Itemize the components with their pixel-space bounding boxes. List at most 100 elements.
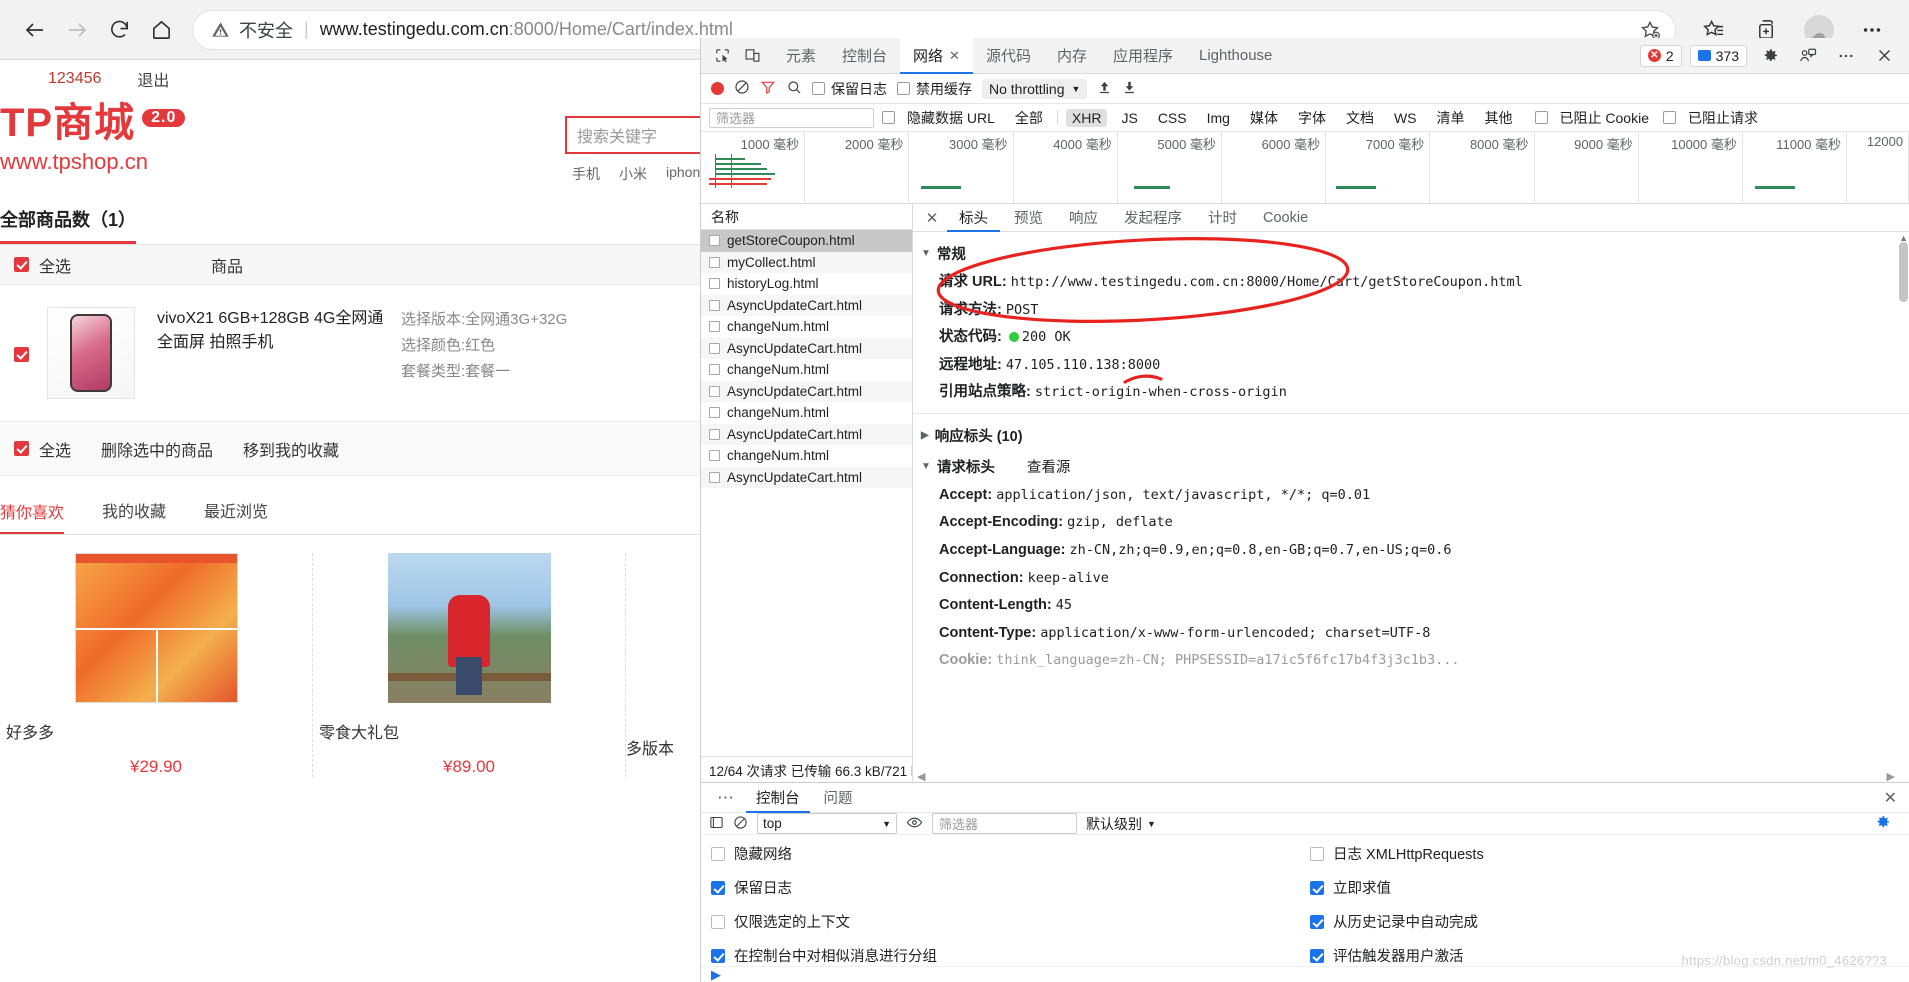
close-icon[interactable]: ✕ <box>949 48 960 64</box>
error-count-badge[interactable]: ✕ 2 <box>1639 44 1682 67</box>
drawer-close-button[interactable]: ✕ <box>1884 788 1909 808</box>
setting-group-similar[interactable]: 在控制台中对相似消息进行分组 <box>711 945 1310 966</box>
tab-response[interactable]: 响应 <box>1057 204 1110 232</box>
detail-vertical-scrollbar[interactable]: ▲ ▼ <box>1898 232 1909 782</box>
detail-horizontal-scrollbar[interactable]: ◀ ▶ <box>913 770 1909 782</box>
filter-type-js[interactable]: JS <box>1115 109 1143 127</box>
cart-item-checkbox[interactable] <box>14 347 29 362</box>
console-context-select[interactable]: top ▼ <box>757 813 897 834</box>
request-row[interactable]: AsyncUpdateCart.html <box>701 294 912 316</box>
tab-lighthouse[interactable]: Lighthouse <box>1186 38 1285 74</box>
hot-word-xiaomi[interactable]: 小米 <box>619 164 647 184</box>
request-row[interactable]: getStoreCoupon.html <box>701 230 912 252</box>
request-list-header[interactable]: 名称 <box>701 204 912 230</box>
request-row[interactable]: historyLog.html <box>701 273 912 295</box>
console-settings-button[interactable] <box>1875 814 1901 833</box>
devtools-settings-button[interactable] <box>1755 42 1785 70</box>
move-to-favorites-button[interactable]: 移到我的收藏 <box>243 437 339 461</box>
recommend-item[interactable]: 多版本 <box>626 553 700 777</box>
record-stop-icon[interactable] <box>711 82 724 95</box>
network-overview-timeline[interactable]: 1000 毫秒 2000 毫秒 3000 毫秒 4000 毫秒 5000 毫秒 … <box>701 132 1909 204</box>
setting-autocomplete-history[interactable]: 从历史记录中自动完成 <box>1310 911 1909 932</box>
filter-type-other[interactable]: 其他 <box>1479 107 1519 129</box>
filter-type-font[interactable]: 字体 <box>1292 107 1332 129</box>
tab-console[interactable]: 控制台 <box>829 38 900 74</box>
recommend-item[interactable]: 好多多 ¥29.90 <box>0 553 313 777</box>
tab-timing[interactable]: 计时 <box>1196 204 1249 232</box>
tab-network[interactable]: 网络 ✕ <box>900 37 973 74</box>
export-har-button[interactable] <box>1122 80 1137 98</box>
create-live-expression-button[interactable] <box>709 815 724 833</box>
devtools-close-button[interactable] <box>1869 42 1899 70</box>
reload-button[interactable] <box>98 9 140 51</box>
setting-selected-context-only[interactable]: 仅限选定的上下文 <box>711 911 1310 932</box>
request-row[interactable]: AsyncUpdateCart.html <box>701 337 912 359</box>
filter-type-doc[interactable]: 文档 <box>1340 107 1380 129</box>
request-row[interactable]: AsyncUpdateCart.html <box>701 466 912 488</box>
scroll-right-arrow[interactable]: ▶ <box>1883 770 1909 783</box>
request-row[interactable]: changeNum.html <box>701 402 912 424</box>
device-toolbar-button[interactable] <box>737 42 767 70</box>
console-level-select[interactable]: 默认级别 ▼ <box>1086 814 1156 834</box>
site-logo[interactable]: TP商城 2.0 www.tpshop.cn <box>0 102 186 175</box>
drawer-tab-console[interactable]: 控制台 <box>746 783 810 813</box>
search-input[interactable]: 搜索关键字 <box>565 116 700 154</box>
hot-word-phone[interactable]: 手机 <box>572 164 600 184</box>
cart-item-name[interactable]: vivoX21 6GB+128GB 4G全网通 全面屏 拍照手机 <box>157 307 387 355</box>
home-button[interactable] <box>140 9 182 51</box>
inspect-element-button[interactable] <box>707 42 737 70</box>
search-button[interactable] <box>786 79 802 98</box>
filter-type-all[interactable]: 全部 <box>1009 107 1049 129</box>
tab-guess-you-like[interactable]: 猜你喜欢 <box>0 499 65 534</box>
import-har-button[interactable] <box>1097 80 1112 98</box>
console-filter-input[interactable]: 筛选器 <box>932 813 1077 834</box>
back-button[interactable] <box>14 9 56 51</box>
tab-headers[interactable]: 标头 <box>947 204 1000 232</box>
blocked-requests-checkbox[interactable]: 已阻止请求 <box>1662 107 1764 129</box>
request-row[interactable]: AsyncUpdateCart.html <box>701 423 912 445</box>
filter-type-media[interactable]: 媒体 <box>1244 107 1284 129</box>
setting-eager-eval[interactable]: 立即求值 <box>1310 877 1909 898</box>
detail-close-button[interactable]: ✕ <box>919 209 945 227</box>
select-all-checkbox-top[interactable] <box>14 257 29 272</box>
cart-item-thumbnail[interactable] <box>47 307 135 399</box>
throttling-select[interactable]: No throttling ▼ <box>982 78 1088 99</box>
request-row[interactable]: myCollect.html <box>701 251 912 273</box>
setting-preserve-log[interactable]: 保留日志 <box>711 877 1310 898</box>
filter-type-manifest[interactable]: 清单 <box>1431 107 1471 129</box>
message-count-badge[interactable]: 373 <box>1689 44 1747 67</box>
tab-memory[interactable]: 内存 <box>1044 38 1100 74</box>
tab-application[interactable]: 应用程序 <box>1100 38 1186 74</box>
request-row[interactable]: AsyncUpdateCart.html <box>701 380 912 402</box>
tab-elements[interactable]: 元素 <box>773 38 829 74</box>
console-eye-button[interactable] <box>906 814 923 834</box>
drawer-more-tabs-icon[interactable]: ⋯ <box>709 788 742 808</box>
preserve-log-checkbox[interactable]: 保留日志 <box>812 79 887 99</box>
request-headers-section-header[interactable]: ▼ 请求标头 查看源 <box>913 451 1909 482</box>
tab-sources[interactable]: 源代码 <box>973 38 1044 74</box>
clear-console-button[interactable] <box>733 815 748 833</box>
feedback-button[interactable] <box>1793 42 1823 70</box>
filter-type-img[interactable]: Img <box>1201 109 1236 127</box>
recommend-item[interactable]: 零食大礼包 ¥89.00 <box>313 553 626 777</box>
hot-word-iphone[interactable]: iphone <box>666 164 700 184</box>
filter-type-css[interactable]: CSS <box>1152 109 1193 127</box>
disable-cache-checkbox[interactable]: 禁用缓存 <box>897 79 972 99</box>
forward-button[interactable] <box>56 9 98 51</box>
tab-preview[interactable]: 预览 <box>1002 204 1055 232</box>
user-link[interactable]: 123456 <box>48 70 101 88</box>
response-headers-section-header[interactable]: ▶ 响应标头 (10) <box>913 420 1909 451</box>
view-source-button[interactable]: 查看源 <box>1027 456 1071 477</box>
filter-type-xhr[interactable]: XHR <box>1065 108 1108 127</box>
network-filter-input[interactable]: 筛选器 <box>709 107 874 128</box>
select-all-checkbox-bottom[interactable] <box>14 441 29 456</box>
tab-my-favorites[interactable]: 我的收藏 <box>102 498 166 522</box>
logout-link[interactable]: 退出 <box>137 67 169 91</box>
filter-toggle-button[interactable] <box>760 79 776 98</box>
general-section-header[interactable]: ▼ 常规 <box>913 238 1909 269</box>
setting-log-xhr[interactable]: 日志 XMLHttpRequests <box>1310 843 1909 864</box>
tab-cookie[interactable]: Cookie <box>1251 204 1320 232</box>
filter-type-ws[interactable]: WS <box>1388 109 1423 127</box>
scroll-left-arrow[interactable]: ◀ <box>913 770 925 783</box>
request-row[interactable]: changeNum.html <box>701 316 912 338</box>
